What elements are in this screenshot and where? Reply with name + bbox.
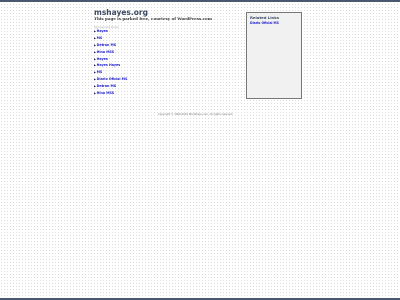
sponsored-link[interactable]: Hayes bbox=[97, 57, 108, 61]
sponsored-link[interactable]: Diario Oficial MS bbox=[97, 77, 128, 81]
related-link[interactable]: Diario Oficial MS bbox=[247, 20, 301, 25]
sponsored-link[interactable]: Hino MSS bbox=[97, 91, 115, 95]
sponsored-link[interactable]: Detran MS bbox=[97, 43, 117, 47]
copyright-text: Copyright © 2008-2016 WordPress.com. All… bbox=[158, 113, 234, 116]
related-links-title: Related Links bbox=[250, 15, 280, 21]
sponsored-link[interactable]: Hayes bbox=[97, 29, 108, 33]
sponsored-links-list: ▶Hayes ▶MS ▶Detran MS ▶Hino MSS ▶Hayes ▶… bbox=[94, 29, 128, 99]
top-bar bbox=[0, 0, 400, 2]
parked-tagline: This page is parked free, courtesy of Wo… bbox=[94, 16, 212, 21]
sponsored-link[interactable]: MS bbox=[97, 70, 103, 75]
sponsored-link[interactable]: Hayes Hayes bbox=[97, 63, 121, 68]
sponsored-link[interactable]: MS bbox=[97, 36, 103, 40]
list-item: ▶Hino MSS bbox=[94, 91, 127, 99]
sponsored-link[interactable]: Detran MS bbox=[97, 84, 117, 88]
related-links-box: Related Links Diario Oficial MS bbox=[246, 12, 302, 99]
sponsored-link[interactable]: Hino MSS bbox=[97, 50, 115, 54]
